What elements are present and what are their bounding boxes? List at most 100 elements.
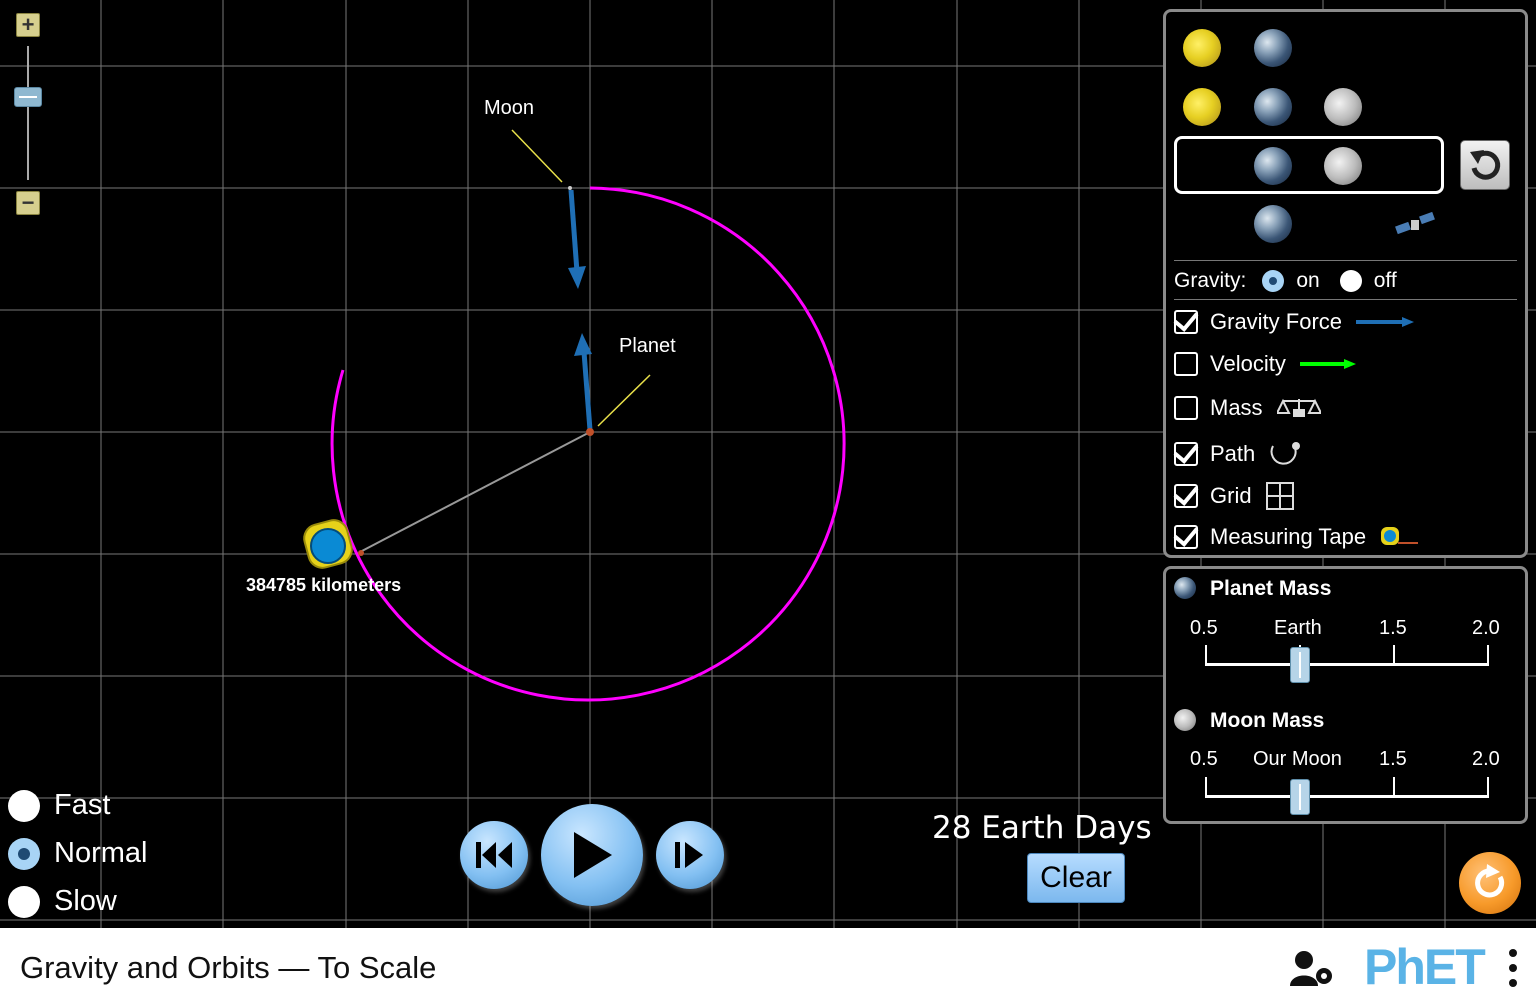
speed-fast-option[interactable]: Fast	[8, 789, 110, 822]
gravity-off-radio[interactable]	[1339, 270, 1362, 292]
step-forward-icon	[675, 842, 703, 868]
moon-mass-tick-label: Our Moon	[1253, 748, 1342, 770]
gravity-on-label: on	[1296, 269, 1320, 292]
moon-mass-tick-label: 1.5	[1379, 748, 1407, 770]
speed-normal-radio[interactable]	[8, 837, 40, 870]
earth-moon-scene-selector[interactable]	[1174, 136, 1444, 194]
phet-logo-text: PhET	[1364, 939, 1486, 995]
moon-mass-slider-track[interactable]	[1205, 795, 1489, 798]
moon-mass-title: Moon Mass	[1210, 709, 1325, 732]
moon-label-leader	[511, 129, 563, 183]
slider-tick	[1205, 645, 1207, 665]
moon-mass-slider-thumb[interactable]	[1290, 779, 1310, 815]
planet-mass-title: Planet Mass	[1210, 577, 1332, 600]
measuring-tape-handle[interactable]	[301, 517, 364, 571]
scale-balance-icon	[1276, 398, 1321, 417]
play-area: Moon Planet 384785 kilometers + − Gravit…	[0, 0, 1536, 928]
gravity-off-label: off	[1373, 269, 1397, 292]
play-icon	[574, 832, 612, 878]
planet-label: Planet	[619, 335, 676, 357]
elapsed-time: 28 Earth Days	[932, 810, 1152, 846]
moon-label: Moon	[484, 97, 535, 119]
speed-normal-option[interactable]: Normal	[8, 837, 147, 870]
planet-mass-slider-thumb[interactable]	[1290, 647, 1310, 683]
planet-mass-slider-track[interactable]	[1205, 663, 1489, 666]
gravity-on-radio[interactable]	[1262, 270, 1285, 292]
grid-option[interactable]: Grid	[1174, 482, 1294, 510]
sun-earth-scene-earth-icon[interactable]	[1254, 29, 1292, 67]
play-pause-button[interactable]	[541, 804, 643, 906]
zoom-slider-track[interactable]	[27, 46, 29, 180]
phet-logo[interactable]: PhET	[1364, 938, 1486, 996]
measuring-tape-option[interactable]: Measuring Tape	[1174, 524, 1420, 550]
clear-time-button[interactable]: Clear	[1027, 853, 1125, 903]
step-forward-button[interactable]	[656, 821, 724, 889]
planet-mass-tick-label: 1.5	[1379, 617, 1407, 639]
speed-fast-label: Fast	[54, 789, 111, 821]
measuring-tape-readout: 384785 kilometers	[246, 575, 402, 595]
grid-checkbox[interactable]	[1174, 484, 1198, 508]
earth-moon-scene-earth-icon	[1254, 147, 1292, 185]
rewind-icon	[476, 842, 512, 868]
zoom-out-button[interactable]: −	[16, 190, 40, 215]
zoom-slider-thumb[interactable]	[14, 87, 42, 107]
moon-mass-tick-label: 2.0	[1472, 748, 1500, 770]
planet-mass-tick-label: 2.0	[1472, 617, 1500, 639]
scene-reset-button[interactable]	[1460, 140, 1510, 190]
sun-earth-moon-scene-sun-icon[interactable]	[1183, 88, 1221, 126]
moon-body[interactable]	[568, 186, 572, 190]
gravity-force-option[interactable]: Gravity Force	[1174, 309, 1416, 335]
earth-satellite-scene-earth-icon[interactable]	[1254, 205, 1292, 243]
measuring-tape-label: Measuring Tape	[1210, 524, 1367, 549]
reset-arrow-icon	[1470, 150, 1501, 180]
divider	[1174, 260, 1517, 261]
grid-icon	[1265, 482, 1294, 510]
slider-tick	[1205, 777, 1207, 797]
divider	[1174, 299, 1517, 300]
velocity-option[interactable]: Velocity	[1174, 351, 1360, 377]
measuring-tape-icon	[1381, 527, 1419, 545]
velocity-arrow-icon	[1299, 359, 1356, 369]
gravity-toggle-row: Gravity: on off	[1174, 269, 1397, 293]
path-icon	[1270, 442, 1301, 465]
path-option[interactable]: Path	[1174, 440, 1303, 468]
zoom-in-button[interactable]: +	[16, 12, 40, 37]
speed-slow-radio[interactable]	[8, 885, 40, 918]
speed-slow-option[interactable]: Slow	[8, 885, 117, 918]
earth-moon-scene-moon-icon	[1324, 147, 1362, 185]
moon-orbit-path	[330, 186, 846, 702]
mass-checkbox[interactable]	[1174, 396, 1198, 420]
slider-tick	[1393, 777, 1395, 797]
planet-gravity-force-arrow	[574, 333, 593, 431]
rewind-button[interactable]	[460, 821, 528, 889]
speed-fast-radio[interactable]	[8, 789, 40, 822]
moon-mass-tick-label: 0.5	[1190, 748, 1218, 770]
reset-all-button[interactable]	[1459, 852, 1521, 914]
sun-earth-moon-scene-moon-icon[interactable]	[1324, 88, 1362, 126]
preferences-icon[interactable]	[1288, 948, 1336, 988]
velocity-checkbox[interactable]	[1174, 352, 1198, 376]
moon-mass-moon-icon	[1174, 709, 1196, 731]
more-options-icon[interactable]	[1506, 948, 1520, 988]
planet-body[interactable]	[586, 428, 594, 436]
planet-label-leader	[597, 374, 651, 427]
velocity-label: Velocity	[1210, 351, 1286, 376]
gravity-force-checkbox[interactable]	[1174, 310, 1198, 334]
mass-label: Mass	[1210, 395, 1263, 420]
speed-slow-label: Slow	[54, 885, 117, 917]
mass-option[interactable]: Mass	[1174, 395, 1321, 421]
grid-label: Grid	[1210, 483, 1252, 508]
path-checkbox[interactable]	[1174, 442, 1198, 466]
measuring-tape-line	[359, 431, 591, 553]
sim-title: Gravity and Orbits — To Scale	[20, 950, 437, 985]
sun-earth-moon-scene-earth-icon[interactable]	[1254, 88, 1292, 126]
gravity-force-label: Gravity Force	[1210, 309, 1343, 334]
planet-mass-tick-label: Earth	[1274, 617, 1322, 639]
planet-mass-tick-label: 0.5	[1190, 617, 1218, 639]
sun-earth-scene-sun-icon[interactable]	[1183, 29, 1221, 67]
controls-panel: Gravity: on off Gravity Force Velocity M…	[1163, 9, 1528, 558]
measuring-tape-checkbox[interactable]	[1174, 525, 1198, 549]
earth-satellite-scene-satellite-icon[interactable]	[1394, 210, 1438, 238]
reset-all-icon	[1475, 864, 1505, 898]
gravity-force-arrow-icon	[1356, 317, 1415, 327]
